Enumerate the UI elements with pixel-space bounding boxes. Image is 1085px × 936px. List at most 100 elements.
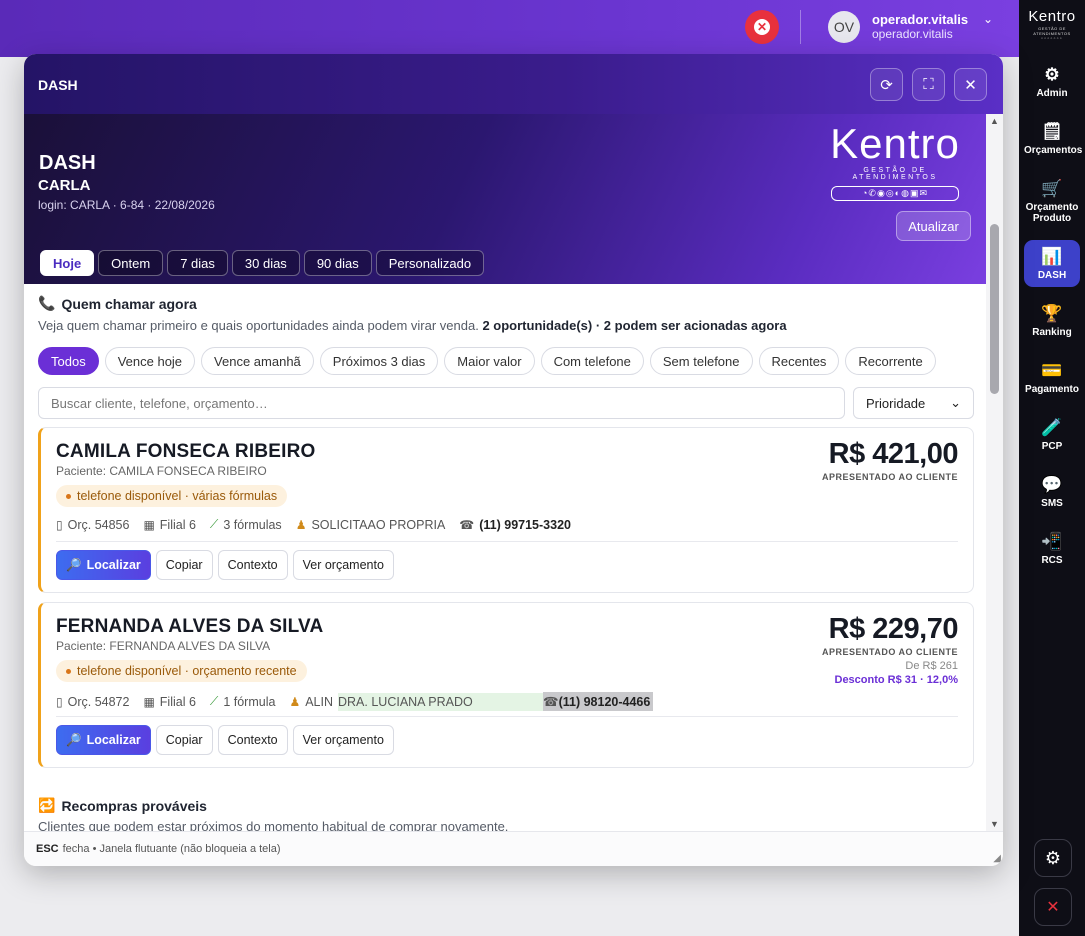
dash-modal: DASH ⟳ ⛶ ✕ DASH CARLA login: CARLA · 6-8… (24, 54, 1003, 866)
price-block: R$ 229,70 APRESENTADO AO CLIENTE De R$ 2… (821, 613, 959, 686)
copy-button[interactable]: Copiar (155, 550, 213, 580)
tab-7-dias[interactable]: 7 dias (167, 250, 228, 276)
close-rail-button[interactable]: ✕ (1034, 888, 1072, 926)
avatar[interactable]: OV (828, 11, 860, 43)
patient-name: Paciente: CAMILA FONSECA RIBEIRO (56, 464, 267, 478)
reload-icon: ⟳ (880, 76, 893, 94)
fullscreen-button[interactable]: ⛶ (912, 68, 945, 101)
context-button[interactable]: Contexto (217, 725, 288, 755)
opportunity-card: CAMILA FONSECA RIBEIRO Paciente: CAMILA … (38, 427, 974, 593)
filter-maior-valor[interactable]: Maior valor (444, 347, 535, 375)
sidebar-item-orcamento-produto[interactable]: 🛒 Orçamento Produto (1024, 178, 1080, 224)
view-quote-button[interactable]: Ver orçamento (292, 550, 394, 580)
section-title-recompras: 🔁 Recompras prováveis (38, 797, 207, 814)
bar-chart-icon: 📊 (1041, 247, 1063, 266)
filter-proximos-3-dias[interactable]: Próximos 3 dias (319, 347, 439, 375)
filter-todos[interactable]: Todos (38, 347, 99, 375)
filter-com-telefone[interactable]: Com telefone (540, 347, 644, 375)
card-meta: ▯ Orç. 54872 ▦ Filial 6 ⟋ 1 fórmula ♟ ALIN DR… (56, 692, 667, 711)
client-name: FERNANDA ALVES DA SILVA (56, 616, 324, 637)
sidebar-item-pcp[interactable]: 🧪 PCP (1024, 417, 1080, 452)
card-actions: 🔎 Localizar Copiar Contexto Ver orçament… (56, 725, 394, 755)
settings-button[interactable]: ⚙ (1034, 839, 1072, 877)
expand-icon: ⛶ (923, 76, 934, 93)
chevron-down-icon[interactable]: ⌄ (983, 12, 993, 26)
phone-icon: ☎ (459, 517, 475, 532)
sidebar-item-orcamentos[interactable]: 🗒 Orçamentos (1024, 121, 1082, 156)
patient-name: Paciente: FERNANDA ALVES DA SILVA (56, 639, 271, 653)
price-block: R$ 421,00 APRESENTADO AO CLIENTE (822, 438, 959, 482)
kentro-logo: Kentro GESTÃO DE ATENDIMENTOS ◦◦◦◦◦◦◦ (1028, 8, 1076, 42)
modal-header: DASH ⟳ ⛶ ✕ (24, 54, 1003, 114)
resize-handle-icon[interactable]: ◢ (993, 853, 1001, 864)
close-session-button[interactable]: ✕ (745, 10, 779, 44)
prescriber-highlight: DRA. LUCIANA PRADO (338, 692, 543, 711)
scroll-down-icon[interactable]: ▼ (990, 819, 999, 829)
filter-recorrente[interactable]: Recorrente (845, 347, 936, 375)
sort-select[interactable]: Prioridade ⌄ (853, 387, 974, 419)
copy-button[interactable]: Copiar (155, 725, 213, 755)
phone-highlight[interactable]: ☎(11) 98120-4466 (543, 692, 653, 711)
locate-button[interactable]: 🔎 Localizar (56, 725, 151, 755)
pipette-icon: ⟋ (209, 694, 219, 708)
filter-vence-amanha[interactable]: Vence amanhã (201, 347, 314, 375)
gear-icon: ⚙ (1044, 847, 1062, 868)
filter-chips: Todos Vence hoje Vence amanhã Próximos 3… (38, 347, 936, 375)
mobile-message-icon: 📲 (1041, 532, 1063, 551)
context-button[interactable]: Contexto (217, 550, 288, 580)
filter-vence-hoje[interactable]: Vence hoje (104, 347, 196, 375)
filter-recentes[interactable]: Recentes (758, 347, 840, 375)
card-meta: ▯ Orç. 54856 ▦ Filial 6 ⟋ 3 fórmulas ♟ SOLIC… (56, 517, 571, 532)
original-price: De R$ 261 (905, 660, 958, 672)
sidebar-item-admin[interactable]: ⚙ Admin (1024, 64, 1080, 99)
close-modal-button[interactable]: ✕ (954, 68, 987, 101)
reload-button[interactable]: ⟳ (870, 68, 903, 101)
magnifier-icon: 🔎 (66, 557, 82, 572)
status-badge: telefone disponível · orçamento recente (56, 660, 307, 682)
document-icon: ▯ (56, 517, 63, 532)
filter-sem-telefone[interactable]: Sem telefone (649, 347, 753, 375)
scroll-up-icon[interactable]: ▲ (990, 116, 999, 126)
building-icon: ▦ (143, 517, 155, 532)
divider (56, 541, 958, 542)
channel-icons: ◔✆◉◎◐◍▣✉ (831, 186, 959, 201)
search-input[interactable] (38, 387, 845, 419)
tab-ontem[interactable]: Ontem (98, 250, 164, 276)
close-icon: ✕ (964, 76, 977, 94)
hero-banner: DASH CARLA login: CARLA · 6-84 · 22/08/2… (24, 114, 986, 284)
sidebar-item-sms[interactable]: 💬 SMS (1024, 474, 1080, 509)
view-quote-button[interactable]: Ver orçamento (292, 725, 394, 755)
tab-hoje[interactable]: Hoje (40, 250, 95, 276)
tab-90-dias[interactable]: 90 dias (303, 250, 372, 276)
refresh-button[interactable]: Atualizar (896, 211, 971, 241)
modal-title: DASH (38, 77, 78, 93)
scrollbar[interactable]: ▲ ▼ (986, 114, 1003, 831)
modal-content[interactable]: DASH CARLA login: CARLA · 6-84 · 22/08/2… (24, 114, 986, 831)
cart-icon: 🛒 (1041, 179, 1063, 198)
section-subtitle: Veja quem chamar primeiro e quais oportu… (38, 318, 787, 333)
top-bar: ✕ OV operador.vitalis operador.vitalis ⌄ (0, 0, 1019, 57)
sidebar-item-rcs[interactable]: 📲 RCS (1024, 531, 1080, 566)
person-icon: ♟ (295, 517, 307, 532)
divider (56, 716, 958, 717)
phone-icon: ☎ (543, 695, 559, 709)
document-icon: ▯ (56, 694, 63, 709)
modal-footer: ESC fecha • Janela flutuante (não bloque… (24, 831, 1003, 866)
close-icon: ✕ (1046, 899, 1060, 916)
tab-30-dias[interactable]: 30 dias (231, 250, 300, 276)
person-icon: ♟ (289, 694, 301, 709)
esc-key: ESC (36, 843, 59, 855)
price-label: APRESENTADO AO CLIENTE (821, 647, 958, 657)
sidebar-item-ranking[interactable]: 🏆 Ranking (1024, 303, 1080, 338)
footer-hint: fecha • Janela flutuante (não bloqueia a… (62, 843, 281, 855)
locate-button[interactable]: 🔎 Localizar (56, 550, 151, 580)
scrollbar-thumb[interactable] (990, 224, 999, 394)
trophy-icon: 🏆 (1041, 304, 1063, 323)
sidebar-item-pagamento[interactable]: 💳 Pagamento (1024, 360, 1080, 395)
tab-personalizado[interactable]: Personalizado (375, 250, 485, 276)
user-name[interactable]: operador.vitalis (872, 12, 968, 27)
opportunity-card: FERNANDA ALVES DA SILVA Paciente: FERNAN… (38, 602, 974, 768)
client-name: CAMILA FONSECA RIBEIRO (56, 441, 316, 462)
sidebar-item-dash[interactable]: 📊 DASH (1024, 240, 1080, 287)
dot-icon (66, 493, 71, 499)
